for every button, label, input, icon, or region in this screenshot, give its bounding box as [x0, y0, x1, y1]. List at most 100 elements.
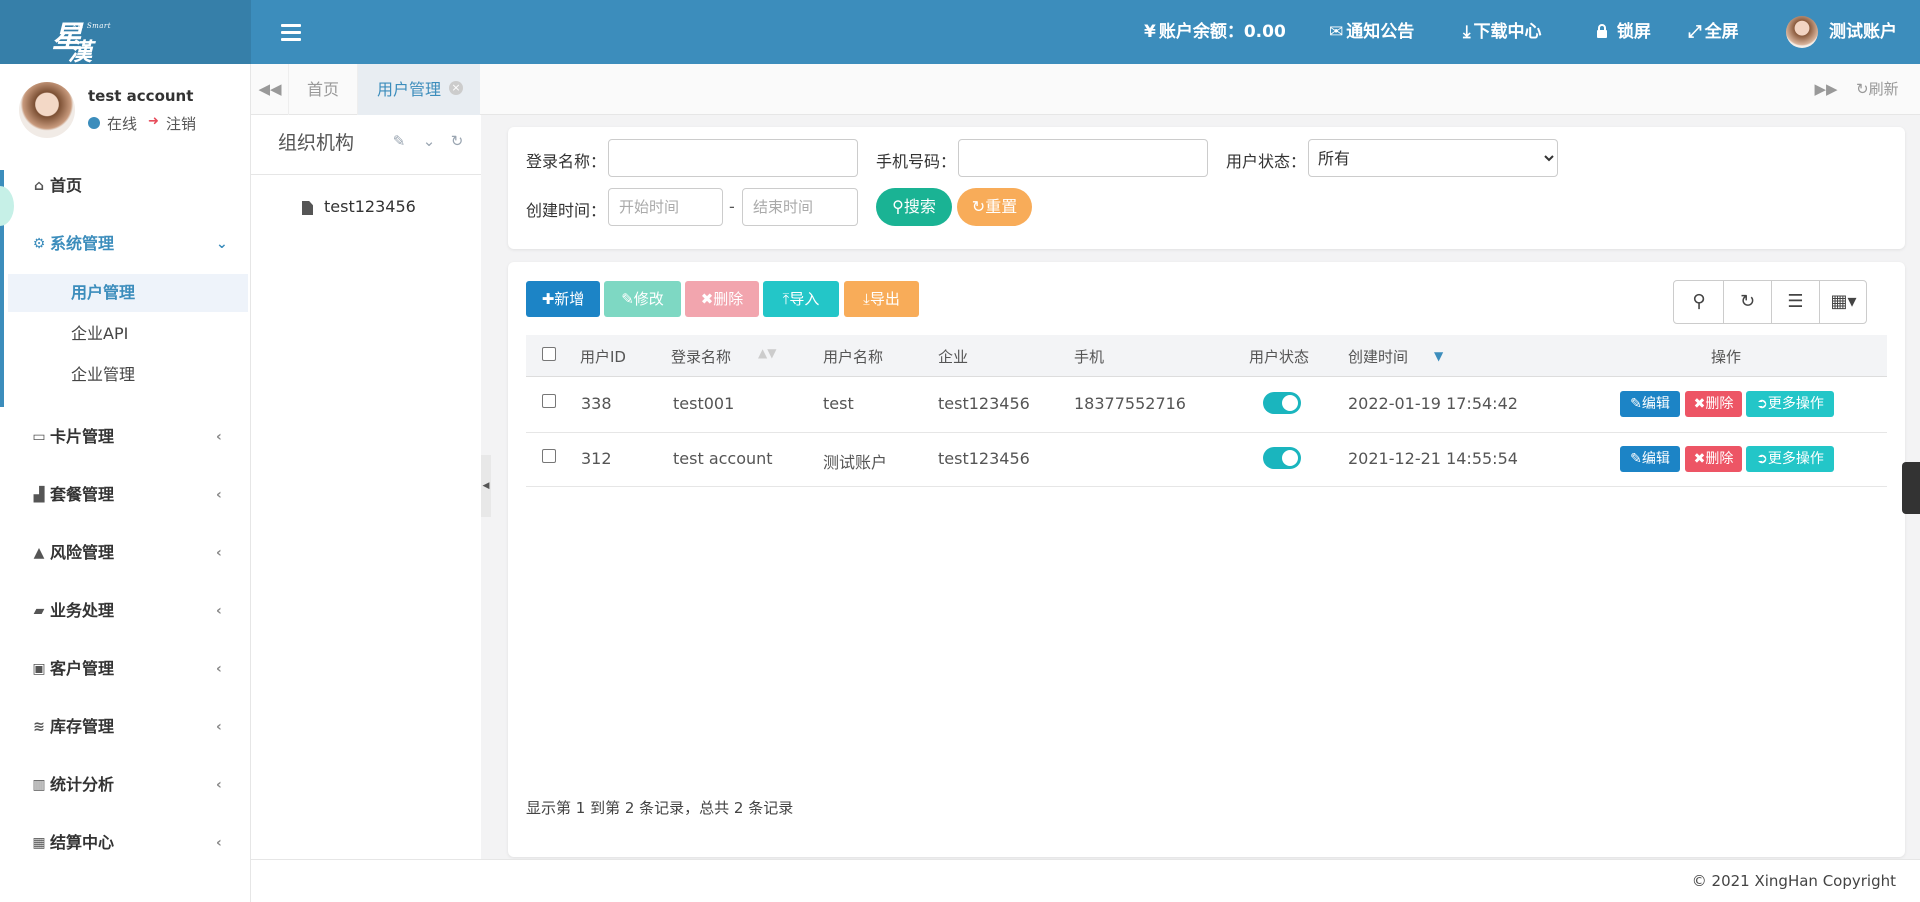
- sort-icon[interactable]: ▲▼: [758, 346, 776, 360]
- remove-icon: ✖: [1693, 396, 1706, 412]
- select-all-checkbox[interactable]: [542, 347, 556, 361]
- row-more-button[interactable]: ➲更多操作: [1746, 446, 1834, 472]
- sidebar-subitem-enterprise[interactable]: 企业管理: [8, 356, 248, 394]
- edit-button[interactable]: ✎修改: [604, 281, 681, 317]
- refresh-tab-button[interactable]: ↻刷新: [1856, 64, 1899, 115]
- lock-item[interactable]: 锁屏: [1596, 0, 1651, 64]
- column-header-user-name[interactable]: 用户名称: [823, 346, 883, 367]
- cell-company: test123456: [938, 449, 1030, 468]
- area-chart-icon: ▟: [33, 487, 45, 503]
- cell-company: test123456: [938, 394, 1030, 413]
- notice-item[interactable]: ✉ 通知公告: [1329, 0, 1414, 64]
- login-name-label: 登录名称：: [526, 152, 607, 171]
- sign-out-icon[interactable]: ➜: [148, 114, 159, 129]
- sidebar-item-packages[interactable]: ▟ 套餐管理 ‹: [0, 474, 250, 516]
- fullscreen-item[interactable]: ⤢ 全屏: [1688, 0, 1739, 64]
- export-button[interactable]: ⤓导出: [844, 281, 919, 317]
- row-delete-button[interactable]: ✖删除: [1685, 446, 1742, 472]
- close-icon[interactable]: ×: [449, 81, 463, 95]
- pagination-info: 显示第 1 到第 2 条记录，总共 2 条记录: [526, 799, 794, 817]
- sidebar-subitem-enterprise-api[interactable]: 企业API: [8, 315, 248, 353]
- download-icon: ⤓: [863, 290, 870, 308]
- phone-label: 手机号码：: [876, 152, 957, 171]
- row-edit-button[interactable]: ✎编辑: [1620, 391, 1680, 417]
- envelope-icon: ✉: [1329, 22, 1344, 42]
- sidebar-item-customers[interactable]: ▣ 客户管理 ‹: [0, 648, 250, 690]
- home-icon: ⌂: [33, 178, 45, 194]
- search-button[interactable]: ⚲搜索: [876, 188, 952, 226]
- sidebar-item-home[interactable]: ⌂ 首页: [0, 165, 250, 207]
- start-time-input[interactable]: [608, 188, 723, 226]
- download-item[interactable]: ⤓ 下载中心: [1463, 0, 1542, 64]
- end-time-input[interactable]: [742, 188, 858, 226]
- sidebar-item-inventory[interactable]: ≋ 库存管理 ‹: [0, 706, 250, 748]
- row-checkbox[interactable]: [542, 449, 556, 463]
- avatar[interactable]: [19, 82, 75, 138]
- tab-scroll-right-icon[interactable]: ▶▶: [1808, 64, 1844, 115]
- user-status-toggle[interactable]: [1263, 447, 1301, 469]
- user-avatar-top[interactable]: [1786, 16, 1818, 48]
- sidebar-item-settlement[interactable]: ▦ 结算中心 ‹: [0, 822, 250, 864]
- edit-icon[interactable]: ✎: [389, 131, 409, 151]
- sidebar-item-statistics[interactable]: ▥ 统计分析 ‹: [0, 764, 250, 806]
- menu-toggle-icon[interactable]: [281, 20, 301, 44]
- row-more-button[interactable]: ➲更多操作: [1746, 391, 1834, 417]
- chevron-left-icon: ‹: [216, 429, 222, 445]
- floating-side-widget[interactable]: [1902, 462, 1920, 514]
- org-tree-node[interactable]: test123456: [324, 197, 416, 216]
- login-name-input[interactable]: [608, 139, 858, 177]
- import-button[interactable]: ⤒导入: [763, 281, 839, 317]
- refresh-icon[interactable]: ↻: [447, 131, 467, 151]
- panel-collapse-handle[interactable]: ◀: [481, 455, 491, 517]
- sidebar-item-system[interactable]: ⚙ 系统管理 ⌄: [0, 223, 250, 265]
- user-status-toggle[interactable]: [1263, 392, 1301, 414]
- tab-home[interactable]: 首页: [288, 64, 358, 115]
- chevron-down-icon: ⌄: [216, 236, 228, 252]
- column-header-login-name[interactable]: 登录名称: [671, 346, 731, 367]
- delete-button[interactable]: ✖删除: [685, 281, 759, 317]
- list-icon: ☰: [1787, 291, 1804, 312]
- cell-login-name: test001: [673, 394, 735, 413]
- chevron-down-icon[interactable]: ⌄: [419, 131, 439, 151]
- sidebar-subitem-users[interactable]: 用户管理: [8, 274, 248, 312]
- column-header-phone[interactable]: 手机: [1074, 346, 1104, 367]
- row-edit-button[interactable]: ✎编辑: [1620, 446, 1680, 472]
- user-status-select[interactable]: 所有: [1308, 139, 1558, 177]
- sort-desc-icon[interactable]: ▼: [1434, 349, 1443, 363]
- add-button[interactable]: ✚新增: [526, 281, 600, 317]
- logout-link[interactable]: 注销: [166, 113, 196, 134]
- edit-icon: ✎: [621, 290, 634, 308]
- cell-user-id: 338: [581, 394, 612, 413]
- column-header-company[interactable]: 企业: [938, 346, 968, 367]
- chevron-left-icon: ‹: [216, 603, 222, 619]
- lock-icon: [1596, 22, 1614, 42]
- row-delete-button[interactable]: ✖删除: [1685, 391, 1742, 417]
- sidebar-item-risk[interactable]: ▲ 风险管理 ‹: [0, 532, 250, 574]
- chevron-left-icon: ‹: [216, 835, 222, 851]
- table-columns-button[interactable]: ▦▾: [1819, 281, 1867, 323]
- reset-button[interactable]: ↻重置: [957, 188, 1032, 226]
- refresh-icon: ↻: [971, 197, 986, 216]
- balance-item[interactable]: ¥ 账户余额：0.00: [1144, 0, 1286, 64]
- tab-scroll-left-icon[interactable]: ◀◀: [252, 64, 288, 115]
- warning-icon: ▲: [33, 545, 45, 561]
- user-status-label: 用户状态：: [1226, 152, 1307, 171]
- row-checkbox[interactable]: [542, 394, 556, 408]
- chevron-left-icon: ‹: [216, 487, 222, 503]
- phone-input[interactable]: [958, 139, 1208, 177]
- cell-user-id: 312: [581, 449, 612, 468]
- column-header-user-status[interactable]: 用户状态: [1249, 346, 1309, 367]
- sidebar-item-cards[interactable]: ▭ 卡片管理 ‹: [0, 416, 250, 458]
- column-header-created-time[interactable]: 创建时间: [1348, 346, 1408, 367]
- online-status-text: 在线: [107, 115, 138, 133]
- table-search-button[interactable]: ⚲: [1675, 281, 1723, 323]
- range-separator: -: [729, 197, 735, 216]
- column-header-user-id[interactable]: 用户ID: [580, 346, 626, 367]
- table-refresh-button[interactable]: ↻: [1723, 281, 1771, 323]
- app-logo[interactable]: 星 XH Smart 漢: [52, 10, 112, 66]
- online-status-icon: [88, 117, 100, 129]
- table-toggle-view-button[interactable]: ☰: [1771, 281, 1819, 323]
- account-name-top[interactable]: 测试账户: [1829, 0, 1897, 64]
- sidebar-item-business[interactable]: ▰ 业务处理 ‹: [0, 590, 250, 632]
- chevron-left-icon: ‹: [216, 545, 222, 561]
